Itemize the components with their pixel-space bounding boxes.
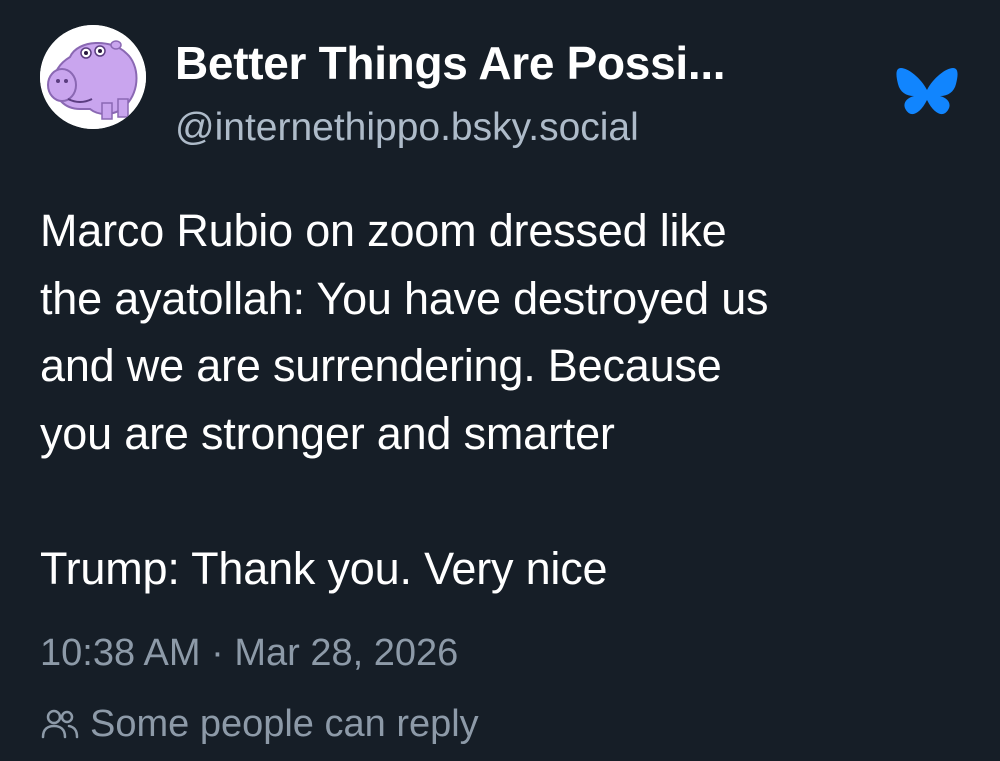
hippo-avatar-icon	[40, 25, 146, 129]
post-text-line: you are stronger and smarter	[40, 407, 615, 459]
post-body: Marco Rubio on zoom dressed like the aya…	[40, 197, 970, 602]
post-text-line: Marco Rubio on zoom dressed like	[40, 205, 727, 256]
post-text-line: and we are surrendering. Because	[40, 340, 722, 391]
bluesky-butterfly-icon[interactable]	[896, 66, 958, 120]
author-avatar[interactable]	[40, 25, 146, 129]
author-handle[interactable]: @internethippo.bsky.social	[175, 104, 639, 152]
post-text-line: Trump: Thank you. Very nice	[40, 542, 608, 594]
post-text-line: the ayatollah: You have destroyed us	[40, 272, 769, 324]
author-display-name[interactable]: Better Things Are Possi...	[175, 36, 726, 90]
reply-setting[interactable]: Some people can reply	[40, 700, 479, 748]
reply-setting-label: Some people can reply	[90, 703, 479, 745]
post-timestamp[interactable]: 10:38 AM · Mar 28, 2026	[40, 630, 458, 676]
post-card: Better Things Are Possi... @internethipp…	[0, 0, 1000, 761]
people-icon	[41, 709, 79, 739]
